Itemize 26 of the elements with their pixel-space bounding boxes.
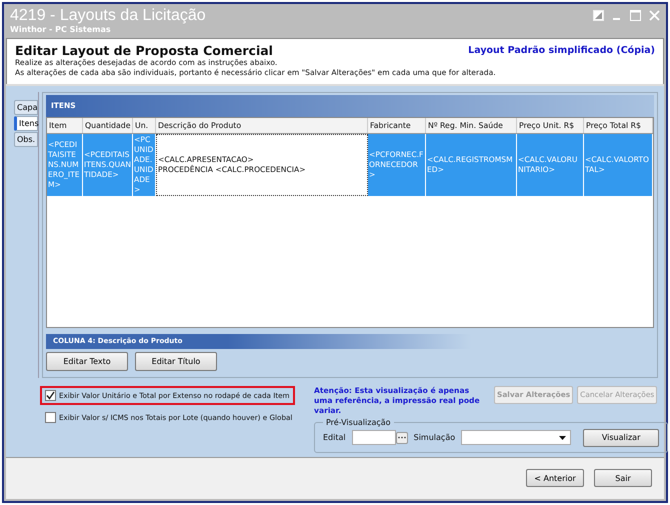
edit-button[interactable]: Editar Título xyxy=(135,352,217,371)
maximize-icon[interactable] xyxy=(630,10,641,21)
checkmark-icon xyxy=(46,390,55,400)
edital-label: Edital xyxy=(323,433,346,442)
simulacao-dropdown[interactable] xyxy=(461,430,572,446)
tab[interactable]: Obs. xyxy=(14,132,38,147)
page-title: Editar Layout de Proposta Comercial xyxy=(15,42,273,58)
tab[interactable]: Capa xyxy=(14,100,38,115)
layout-name: Layout Padrão simplificado (Cópia) xyxy=(468,44,655,56)
footer-button[interactable]: < Anterior xyxy=(526,469,584,488)
edit-button[interactable]: Editar Texto xyxy=(46,352,128,371)
visualizar-button[interactable]: Visualizar xyxy=(583,428,660,447)
footer-button[interactable]: Sair xyxy=(594,469,652,488)
checkbox-icon[interactable] xyxy=(45,390,56,401)
browse-button[interactable] xyxy=(396,432,408,444)
restore-icon[interactable] xyxy=(593,10,604,21)
simulacao-label: Simulação xyxy=(414,433,456,442)
window-subtitle: Winthor - PC Sistemas xyxy=(10,25,112,34)
edital-field[interactable] xyxy=(352,430,396,446)
checkbox-icon[interactable] xyxy=(45,412,56,423)
window-title: 4219 - Layouts da Licitação xyxy=(10,7,206,25)
close-icon[interactable] xyxy=(649,10,660,21)
preview-title: Pré-Visualização xyxy=(325,418,392,427)
dropdown-arrow-icon xyxy=(559,436,566,440)
tab[interactable]: Itens xyxy=(14,116,38,131)
ellipsis-icon xyxy=(398,436,406,440)
